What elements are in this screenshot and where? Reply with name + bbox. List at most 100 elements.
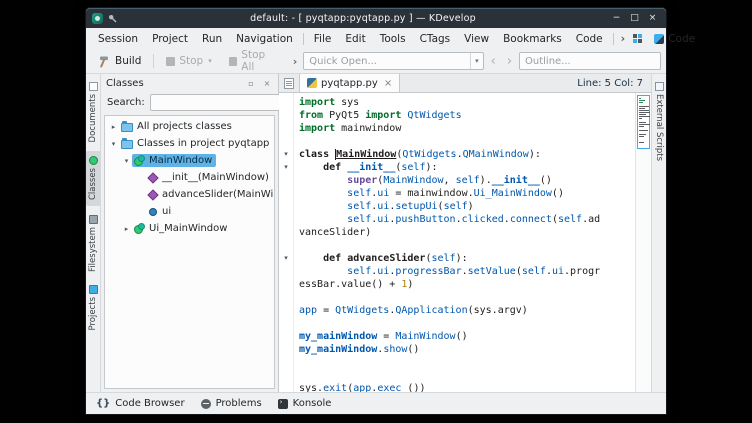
menu-project[interactable]: Project — [145, 31, 195, 47]
code-line: class MainWindow(QtWidgets.QMainWindow): — [299, 148, 651, 161]
dock-tab-projects[interactable]: Projects — [86, 280, 101, 336]
menu-session[interactable]: Session — [91, 31, 145, 47]
menu-tools[interactable]: Tools — [373, 31, 413, 47]
gutter-line — [279, 226, 293, 239]
minimap-line — [639, 98, 641, 99]
stop-all-button[interactable]: Stop All — [222, 47, 287, 75]
fold-marker-icon[interactable]: ▾ — [279, 148, 293, 161]
code-line — [299, 135, 651, 148]
code-line — [299, 317, 651, 330]
area-switcher-label: Code — [668, 33, 695, 45]
method-icon — [147, 172, 158, 183]
problems-icon — [201, 399, 211, 409]
statusbar-button-label: Konsole — [293, 398, 332, 409]
code-line — [299, 239, 651, 252]
minimap-line — [639, 114, 646, 115]
expander-icon[interactable]: ▾ — [121, 157, 132, 165]
dock-tab-external-scripts[interactable]: External Scripts — [654, 77, 664, 166]
toolbar-overflow-button[interactable]: › — [290, 55, 301, 68]
build-hammer-icon — [98, 55, 111, 68]
tree-item-label: Classes in project pyqtapp — [137, 138, 269, 149]
panel-detach-icon[interactable]: ▫ — [245, 79, 257, 88]
dock-tab-documents[interactable]: Documents — [86, 77, 101, 147]
minimap[interactable] — [637, 95, 650, 149]
statusbar-konsole-button[interactable]: Konsole — [278, 398, 332, 409]
classes-search-input[interactable] — [150, 94, 285, 111]
menu-run[interactable]: Run — [195, 31, 229, 47]
menu-ctags[interactable]: CTags — [413, 31, 458, 47]
tree-item-all-projects-classes[interactable]: ▸All projects classes — [105, 118, 274, 135]
code-area[interactable]: ▾▾▾ import sysfrom PyQt5 import QtWidget… — [279, 93, 651, 392]
python-file-icon — [307, 78, 317, 88]
gutter-line — [279, 278, 293, 291]
code-line: import sys — [299, 96, 651, 109]
minimap-line — [639, 106, 649, 107]
maximize-button[interactable]: □ — [627, 13, 642, 23]
stop-dropdown-icon[interactable]: ▾ — [208, 57, 212, 65]
quick-open-combo[interactable]: Quick Open... ▾ — [303, 52, 483, 70]
stop-label: Stop — [179, 55, 203, 67]
code-line: app = QtWidgets.QApplication(sys.argv) — [299, 304, 651, 317]
stop-button[interactable]: Stop ▾ — [159, 53, 218, 69]
statusbar-problems-button[interactable]: Problems — [201, 398, 262, 409]
tree-item-init-mainwindow[interactable]: __init__(MainWindow) — [105, 169, 274, 186]
minimize-button[interactable]: − — [609, 13, 624, 23]
stop-all-label: Stop All — [241, 49, 279, 73]
menu-bookmarks[interactable]: Bookmarks — [496, 31, 569, 47]
document-list-button[interactable] — [279, 74, 299, 92]
code-line: import mainwindow — [299, 122, 651, 135]
forward-button[interactable]: › — [503, 55, 516, 68]
tree-item-surface: Ui_MainWindow — [132, 222, 231, 235]
code-lines[interactable]: import sysfrom PyQt5 import QtWidgetsimp… — [294, 93, 651, 392]
editor-tabbar: pyqtapp.py × Line: 5 Col: 7 — [279, 74, 651, 93]
tab-close-icon[interactable]: × — [382, 78, 392, 89]
dock-tab-filesystem[interactable]: Filesystem — [86, 210, 101, 277]
menu-overflow-button[interactable]: › — [617, 32, 630, 45]
editor-tab-pyqtapp[interactable]: pyqtapp.py × — [299, 74, 400, 92]
documents-icon — [89, 82, 98, 91]
close-button[interactable]: × — [645, 13, 660, 23]
area-switcher-button[interactable]: Code — [646, 31, 703, 47]
code-line: self.ui = mainwindow.Ui_MainWindow() — [299, 187, 651, 200]
tree-item-label: advanceSlider(MainWindow) — [162, 189, 275, 200]
external-scripts-label: External Scripts — [654, 94, 664, 161]
code-line: self.ui.pushButton.clicked.connect(self.… — [299, 213, 651, 226]
tree-item-classes-in-project-pyqtapp[interactable]: ▾ Classes in project pyqtapp — [105, 135, 274, 152]
build-button[interactable]: Build — [91, 53, 148, 70]
quick-open-dropdown-icon[interactable]: ▾ — [470, 53, 483, 69]
code-line: def advanceSlider(self): — [299, 252, 651, 265]
right-dock-tabbar: External Scripts — [651, 74, 666, 392]
back-button[interactable]: ‹ — [487, 55, 500, 68]
menu-navigation[interactable]: Navigation — [229, 31, 300, 47]
statusbar: {}Code Browser Problems Konsole — [86, 392, 666, 414]
menu-code[interactable]: Code — [569, 31, 610, 47]
tree-item-mainwindow[interactable]: ▾ MainWindow — [105, 152, 274, 169]
menu-view[interactable]: View — [457, 31, 496, 47]
menu-edit[interactable]: Edit — [338, 31, 372, 47]
tree-item-ui-mainwindow[interactable]: ▸Ui_MainWindow — [105, 220, 274, 237]
dock-tab-classes[interactable]: Classes — [86, 151, 101, 205]
tree-item-advanceslider-mainwindow[interactable]: advanceSlider(MainWindow) — [105, 186, 274, 203]
menu-file[interactable]: File — [307, 31, 339, 47]
expander-icon[interactable]: ▸ — [108, 123, 119, 131]
fold-marker-icon[interactable]: ▾ — [279, 252, 293, 265]
fold-marker-icon[interactable]: ▾ — [279, 161, 293, 174]
area-grid-icon[interactable] — [629, 34, 646, 43]
tree-item-label: MainWindow — [149, 155, 212, 166]
code-line: essBar.value() + 1) — [299, 278, 651, 291]
tree-item-ui[interactable]: ui — [105, 203, 274, 220]
class-icon — [134, 223, 145, 234]
statusbar-code-browser-button[interactable]: {}Code Browser — [96, 398, 185, 409]
gutter-line — [279, 213, 293, 226]
gutter-line — [279, 174, 293, 187]
expander-icon[interactable]: ▾ — [108, 140, 119, 148]
konsole-icon — [278, 399, 288, 409]
outline-field[interactable]: Outline... — [519, 52, 661, 70]
editor-scrollbar[interactable] — [635, 93, 651, 392]
gutter-line — [279, 239, 293, 252]
pin-icon[interactable] — [108, 14, 117, 23]
expander-icon[interactable]: ▸ — [121, 225, 132, 233]
panel-close-icon[interactable]: × — [261, 79, 273, 88]
minimap-line — [639, 118, 642, 119]
gutter-line — [279, 343, 293, 356]
